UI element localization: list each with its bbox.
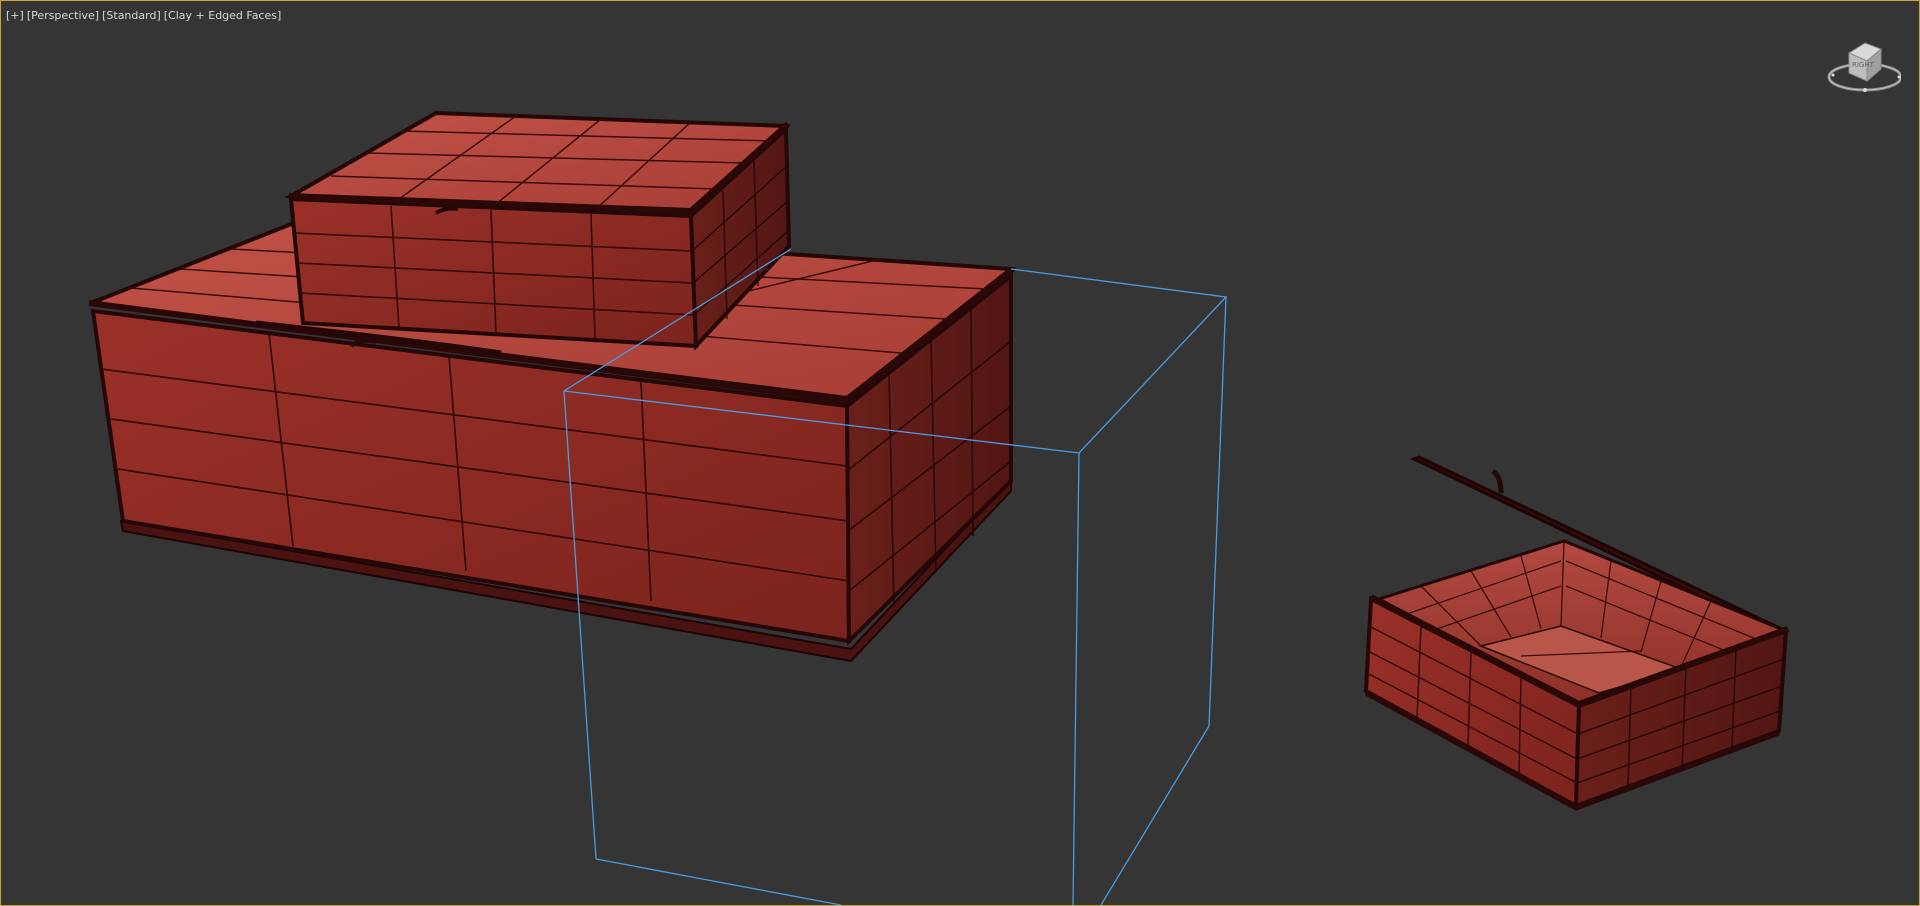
perspective-viewport[interactable]: [+] [Perspective] [Standard] [Clay + Edg… <box>0 0 1920 906</box>
viewcube-icon[interactable]: RIGHT <box>1821 35 1901 97</box>
small-lid-box-object[interactable] <box>283 110 792 351</box>
viewcube-face-label: RIGHT <box>1852 61 1875 69</box>
open-box-object[interactable] <box>1363 455 1791 811</box>
scene-canvas[interactable] <box>1 1 1919 905</box>
